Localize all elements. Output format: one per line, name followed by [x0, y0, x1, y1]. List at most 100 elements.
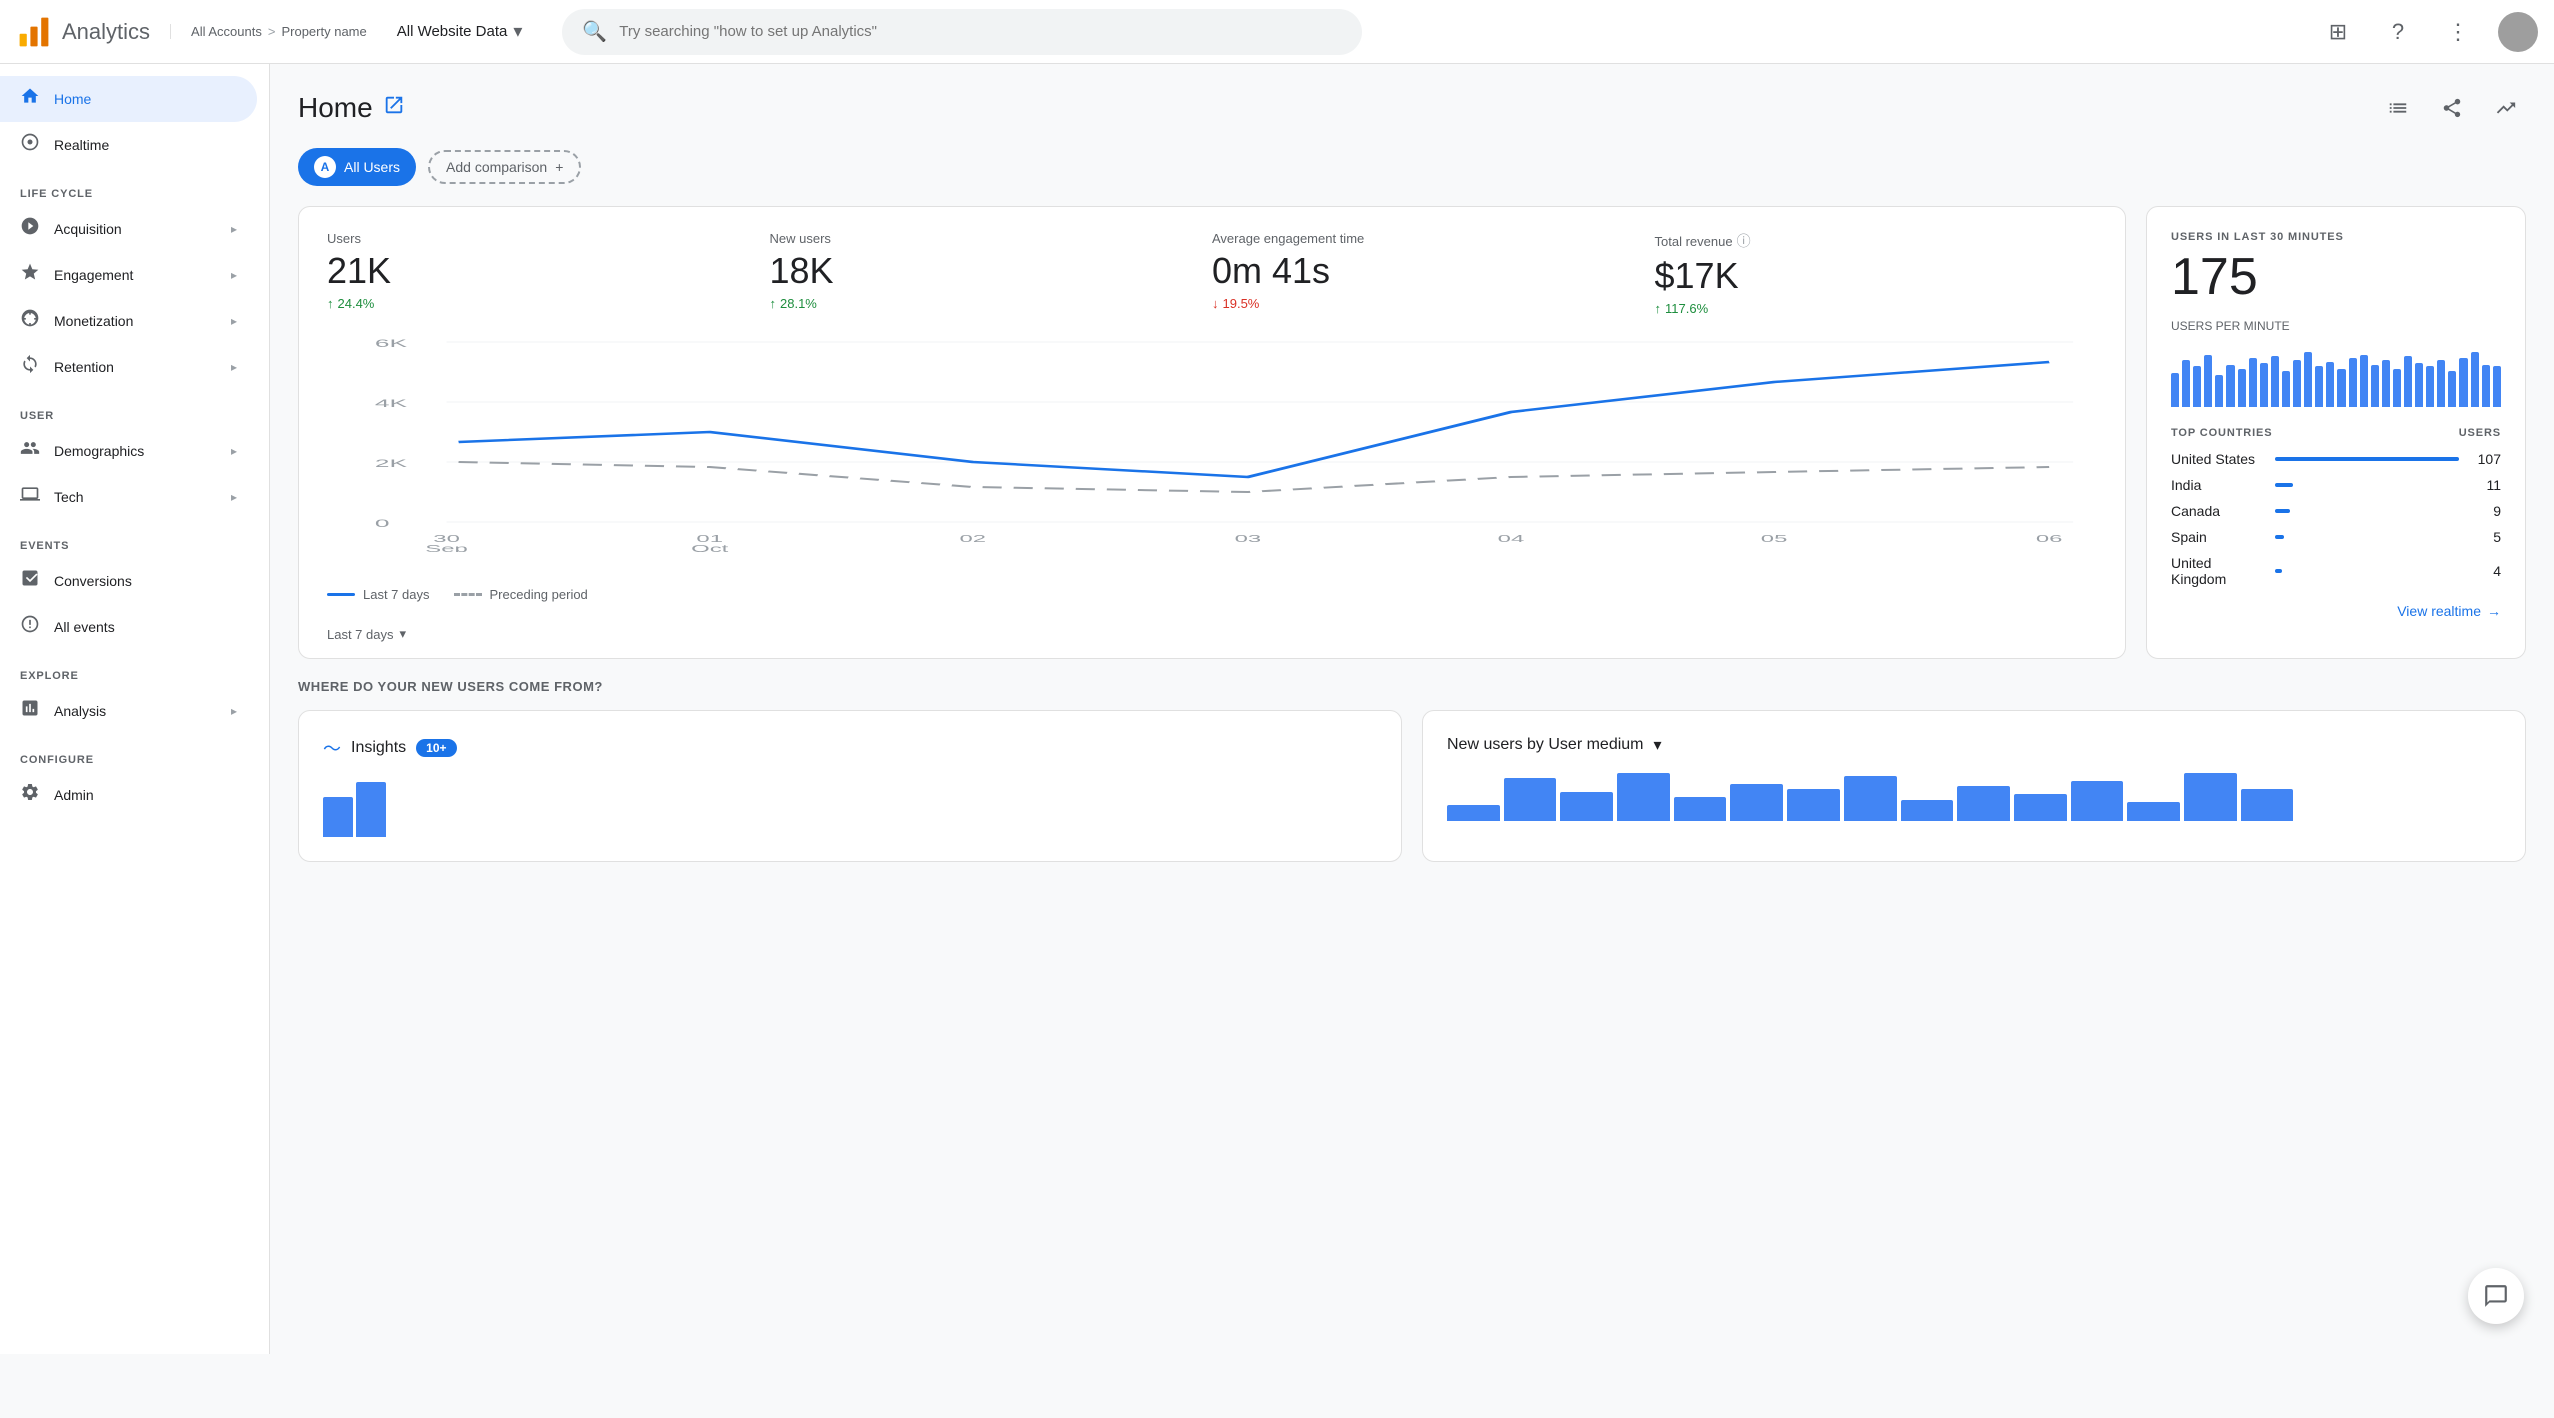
insights-bar-2 — [356, 782, 386, 837]
sidebar-label-engagement: Engagement — [54, 267, 133, 283]
breadcrumb-separator: > — [268, 24, 276, 39]
sidebar-item-retention[interactable]: Retention ▸ — [0, 344, 257, 390]
svg-text:6K: 6K — [375, 338, 408, 350]
sidebar-section-lifecycle: LIFE CYCLE — [0, 174, 269, 206]
new-users-bar — [1617, 773, 1670, 821]
customize-button[interactable] — [2378, 88, 2418, 128]
country-name: Canada — [2171, 503, 2263, 519]
sidebar-item-monetization[interactable]: Monetization ▸ — [0, 298, 257, 344]
more-options-icon-button[interactable]: ⋮ — [2438, 12, 2478, 52]
metric-revenue: Total revenue ⓘ $17K ↑ 117.6% — [1655, 231, 2098, 316]
page-title-text: Home — [298, 92, 373, 124]
realtime-bar — [2459, 358, 2467, 407]
country-count: 5 — [2471, 529, 2501, 545]
metric-users-value: 21K — [327, 250, 750, 292]
acquisition-icon — [20, 216, 40, 242]
search-icon: 🔍 — [582, 19, 607, 44]
info-icon: ⓘ — [1737, 231, 1751, 251]
monetization-icon — [20, 308, 40, 334]
user-avatar[interactable] — [2498, 12, 2538, 52]
realtime-bar — [2349, 358, 2357, 407]
metric-engagement-change: ↓ 19.5% — [1212, 296, 1635, 311]
sidebar-label-admin: Admin — [54, 787, 94, 803]
country-bar-wrap — [2275, 509, 2459, 513]
new-users-bar — [1504, 778, 1557, 821]
realtime-bar — [2360, 355, 2368, 407]
help-icon-button[interactable]: ? — [2378, 12, 2418, 52]
legend-last7: Last 7 days — [327, 587, 430, 602]
svg-text:0: 0 — [375, 518, 390, 530]
realtime-bar — [2204, 355, 2212, 407]
property-name: All Website Data — [397, 23, 508, 40]
sidebar-item-realtime[interactable]: Realtime — [0, 122, 257, 168]
metric-users-change: ↑ 24.4% — [327, 296, 750, 311]
realtime-bar — [2293, 360, 2301, 407]
sidebar-item-acquisition[interactable]: Acquisition ▸ — [0, 206, 257, 252]
sidebar-label-conversions: Conversions — [54, 573, 132, 589]
add-comparison-button[interactable]: Add comparison + — [428, 150, 581, 184]
realtime-bar — [2282, 371, 2290, 407]
property-selector[interactable]: All Website Data ▾ — [397, 21, 523, 42]
search-bar[interactable]: 🔍 — [562, 9, 1362, 55]
sidebar-label-acquisition: Acquisition — [54, 221, 122, 237]
share-button[interactable] — [2432, 88, 2472, 128]
new-users-header[interactable]: New users by User medium ▾ — [1447, 735, 2501, 755]
sidebar-item-home[interactable]: Home — [0, 76, 257, 122]
sidebar-item-engagement[interactable]: Engagement ▸ — [0, 252, 257, 298]
new-users-bar — [1901, 800, 1954, 821]
realtime-bar — [2238, 369, 2246, 407]
country-name: India — [2171, 477, 2263, 493]
country-bar-wrap — [2275, 483, 2459, 487]
realtime-subtext: USERS PER MINUTE — [2171, 319, 2501, 333]
insights-tilde-icon: 〜 — [323, 735, 341, 761]
breadcrumb-all-accounts[interactable]: All Accounts — [191, 24, 262, 39]
realtime-bar — [2304, 352, 2312, 407]
main-chart: 6K 4K 2K 0 30 Sep 01 — [327, 332, 2097, 552]
add-icon: + — [555, 159, 563, 175]
new-users-bar — [1957, 786, 2010, 821]
up-arrow-icon-2: ↑ — [770, 296, 777, 311]
all-users-chip[interactable]: A All Users — [298, 148, 416, 186]
metric-users: Users 21K ↑ 24.4% — [327, 231, 770, 316]
arrow-right-icon: → — [2487, 603, 2501, 619]
view-realtime-link[interactable]: View realtime → — [2171, 603, 2501, 619]
insights-button[interactable] — [2486, 88, 2526, 128]
realtime-bar — [2382, 360, 2390, 407]
insights-preview — [323, 777, 1377, 837]
country-bar-wrap — [2275, 457, 2459, 461]
chart-area: 6K 4K 2K 0 30 Sep 01 — [299, 332, 2125, 575]
where-users-come-from-header: WHERE DO YOUR NEW USERS COME FROM? — [298, 679, 2526, 694]
metric-new-users-value: 18K — [770, 250, 1193, 292]
country-bar — [2275, 509, 2290, 513]
conversions-icon — [20, 568, 40, 594]
country-name: United Kingdom — [2171, 555, 2263, 587]
breadcrumb-property[interactable]: Property name — [281, 24, 366, 39]
sidebar-label-home: Home — [54, 91, 91, 107]
metric-new-users-change-value: 28.1% — [780, 296, 817, 311]
realtime-icon — [20, 132, 40, 158]
chevron-right-icon-4: ▸ — [231, 360, 237, 374]
chevron-right-icon-2: ▸ — [231, 268, 237, 282]
new-users-bar — [2184, 773, 2237, 821]
grid-icon-button[interactable]: ⊞ — [2318, 12, 2358, 52]
new-users-bar — [1844, 776, 1897, 821]
add-comparison-label: Add comparison — [446, 159, 547, 175]
sidebar-item-admin[interactable]: Admin — [0, 772, 257, 818]
metric-engagement: Average engagement time 0m 41s ↓ 19.5% — [1212, 231, 1655, 316]
sidebar-item-demographics[interactable]: Demographics ▸ — [0, 428, 257, 474]
realtime-bar — [2193, 366, 2201, 407]
sidebar-item-analysis[interactable]: Analysis ▸ — [0, 688, 257, 734]
sidebar-item-all-events[interactable]: All events — [0, 604, 257, 650]
top-countries-header: TOP COUNTRIES USERS — [2171, 427, 2501, 439]
legend-last7-label: Last 7 days — [363, 587, 430, 602]
new-users-by-medium-label: New users by User medium — [1447, 736, 1644, 754]
search-input[interactable] — [619, 23, 1342, 40]
legend-solid-line — [327, 593, 355, 596]
sidebar-item-conversions[interactable]: Conversions — [0, 558, 257, 604]
time-selector-button[interactable]: Last 7 days ▾ — [327, 626, 406, 642]
chat-fab-button[interactable] — [2468, 1268, 2524, 1324]
bottom-section: WHERE DO YOUR NEW USERS COME FROM? 〜 Ins… — [298, 679, 2526, 862]
users-column-label: USERS — [2459, 427, 2501, 439]
sidebar-item-tech[interactable]: Tech ▸ — [0, 474, 257, 520]
country-row: Spain 5 — [2171, 529, 2501, 545]
